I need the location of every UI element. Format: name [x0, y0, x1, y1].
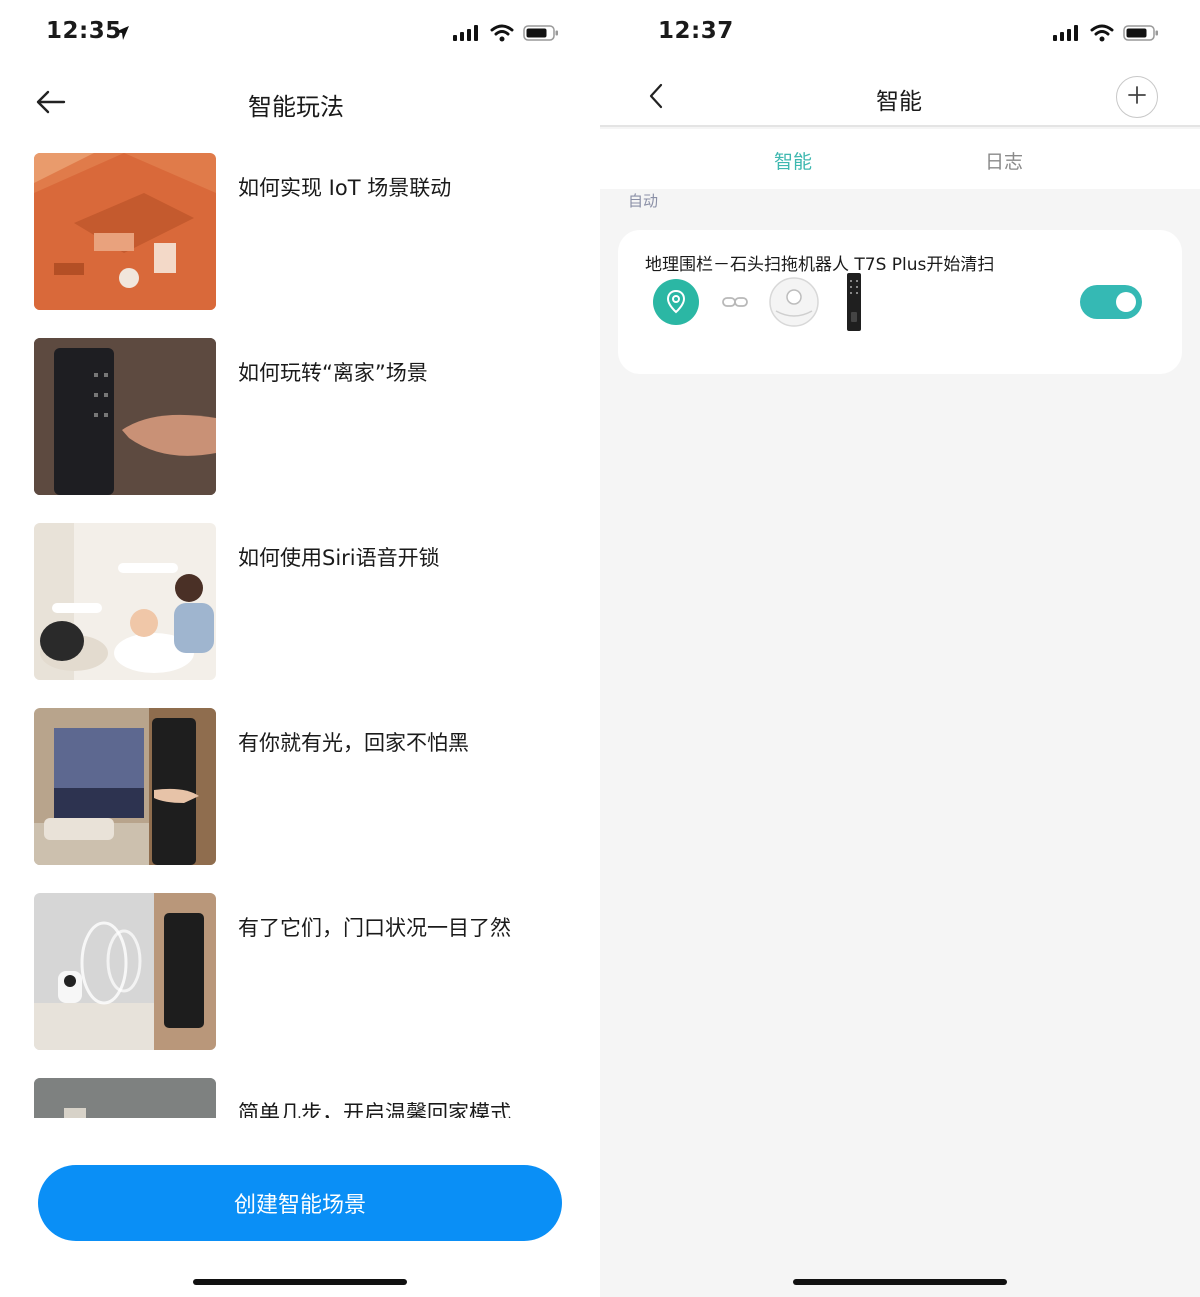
tab-smart[interactable]: 智能 [774, 147, 812, 174]
right-screen: 12:37 智能 智能 日志 自动 地理围栏－石头扫拖机器人 T7S Plus开… [600, 0, 1200, 1297]
signal-icon [453, 24, 481, 46]
guide-title: 如何实现 IoT 场景联动 [238, 176, 452, 200]
tab-bar: 智能 日志 [600, 129, 1200, 189]
list-item[interactable]: 有了它们，门口状况一目了然 [0, 890, 600, 1050]
back-arrow-icon[interactable] [34, 88, 66, 120]
list-item[interactable]: 有你就有光，回家不怕黑 [0, 705, 600, 865]
create-scene-button[interactable]: 创建智能场景 [38, 1165, 562, 1241]
home-indicator [193, 1279, 407, 1285]
page-title: 智能 [876, 89, 922, 115]
list-item[interactable]: 简单几步，开启温馨回家模式 [0, 1075, 600, 1118]
guide-title: 有了它们，门口状况一目了然 [238, 916, 511, 940]
robot-vacuum-icon [768, 275, 820, 333]
scene-card[interactable]: 地理围栏－石头扫拖机器人 T7S Plus开始清扫 [618, 230, 1182, 374]
toggle-knob [1116, 292, 1136, 312]
welcome-home-thumbnail [34, 1078, 216, 1118]
iot-scene-thumbnail [34, 153, 216, 310]
location-arrow-icon [113, 24, 131, 46]
left-screen: 12:35 智能玩法 如何实现 IoT 场景联动 如何玩转“离家”场景 如何使用… [0, 0, 600, 1297]
door-camera-thumbnail [34, 893, 216, 1050]
night-light-thumbnail [34, 708, 216, 865]
wifi-icon [490, 24, 514, 46]
status-icons [453, 24, 559, 46]
status-time: 12:37 [658, 18, 734, 44]
location-pin-icon [652, 278, 700, 330]
app-header: 12:37 智能 [600, 0, 1200, 127]
siri-unlock-thumbnail [34, 523, 216, 680]
smart-lock-icon [846, 272, 862, 336]
list-item[interactable]: 如何玩转“离家”场景 [0, 335, 600, 495]
battery-icon [1123, 24, 1159, 46]
page-title: 智能玩法 [248, 93, 344, 121]
guide-title: 如何使用Siri语音开锁 [238, 546, 440, 570]
section-label-auto: 自动 [628, 192, 659, 210]
guide-title: 简单几步，开启温馨回家模式 [238, 1101, 511, 1118]
link-icon [722, 294, 748, 314]
battery-icon [523, 24, 559, 46]
home-indicator [793, 1279, 1007, 1285]
wifi-icon [1090, 24, 1114, 46]
guide-title: 如何玩转“离家”场景 [238, 361, 428, 385]
back-chevron-icon[interactable] [646, 82, 666, 114]
status-time: 12:35 [46, 18, 122, 44]
signal-icon [1053, 24, 1081, 46]
away-scene-thumbnail [34, 338, 216, 495]
list-item[interactable]: 如何实现 IoT 场景联动 [0, 150, 600, 310]
guide-title: 有你就有光，回家不怕黑 [238, 731, 469, 755]
tab-log[interactable]: 日志 [985, 147, 1023, 174]
status-icons [1053, 24, 1159, 46]
guide-list: 如何实现 IoT 场景联动 如何玩转“离家”场景 如何使用Siri语音开锁 有你… [0, 150, 600, 1118]
add-scene-button[interactable] [1116, 76, 1158, 118]
list-item[interactable]: 如何使用Siri语音开锁 [0, 520, 600, 680]
scene-enable-toggle[interactable] [1080, 285, 1142, 319]
scene-title: 地理围栏－石头扫拖机器人 T7S Plus开始清扫 [645, 255, 995, 275]
plus-icon [1127, 85, 1147, 109]
